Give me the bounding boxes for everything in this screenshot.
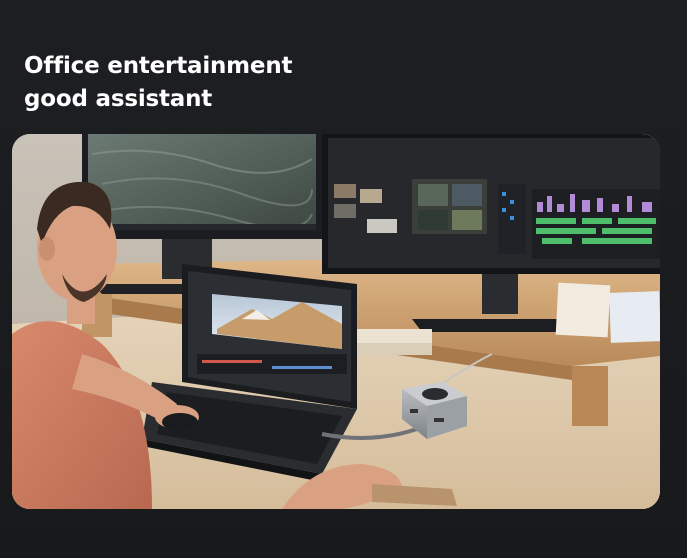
mouse-icon (162, 413, 198, 431)
headline: Office entertainment good assistant (24, 50, 293, 116)
headline-line-1: Office entertainment (24, 53, 293, 79)
headline-line-2: good assistant (24, 86, 213, 112)
promo-page: Office entertainment good assistant (0, 0, 687, 558)
product-photo (12, 134, 660, 509)
